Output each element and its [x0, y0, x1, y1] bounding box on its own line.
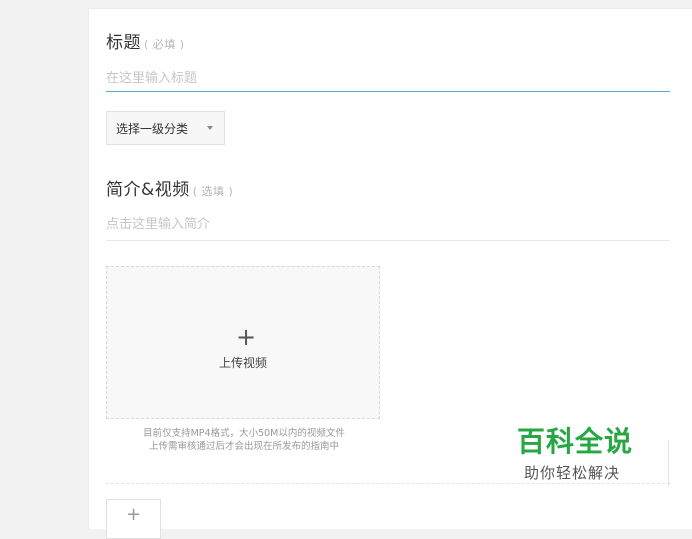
upload-video-button[interactable]: + 上传视频	[106, 266, 380, 419]
upload-video-label: 上传视频	[218, 356, 267, 370]
upload-note-review: 上传需审核通过后才会出现在所发布的指南中	[148, 441, 339, 452]
watermark-slogan: 助你轻松解决	[524, 464, 621, 482]
chevron-down-icon	[207, 126, 213, 130]
section-divider	[106, 483, 670, 484]
intro-label-text: 简介&视频	[106, 180, 190, 200]
upload-note-format: 目前仅支持MP4格式，大小50M以内的视频文件	[143, 428, 345, 439]
title-input[interactable]	[106, 65, 670, 92]
category-select-value: 选择一级分类	[116, 121, 189, 136]
intro-label: 简介&视频( 选填 )	[106, 175, 233, 200]
divider	[668, 440, 669, 486]
title-label-text: 标题	[106, 33, 141, 53]
intro-optional-hint: ( 选填 )	[192, 185, 234, 198]
title-required-hint: ( 必填 )	[144, 38, 185, 51]
watermark-logo: 百科全说	[517, 425, 634, 458]
plus-icon: +	[125, 504, 142, 525]
plus-icon: +	[236, 323, 257, 351]
category-select[interactable]: 选择一级分类	[106, 111, 225, 145]
intro-placeholder: 点击这里输入简介	[106, 217, 211, 232]
title-label: 标题( 必填 )	[106, 28, 185, 53]
intro-input[interactable]: 点击这里输入简介	[106, 212, 670, 241]
add-step-button[interactable]: +	[106, 499, 161, 539]
